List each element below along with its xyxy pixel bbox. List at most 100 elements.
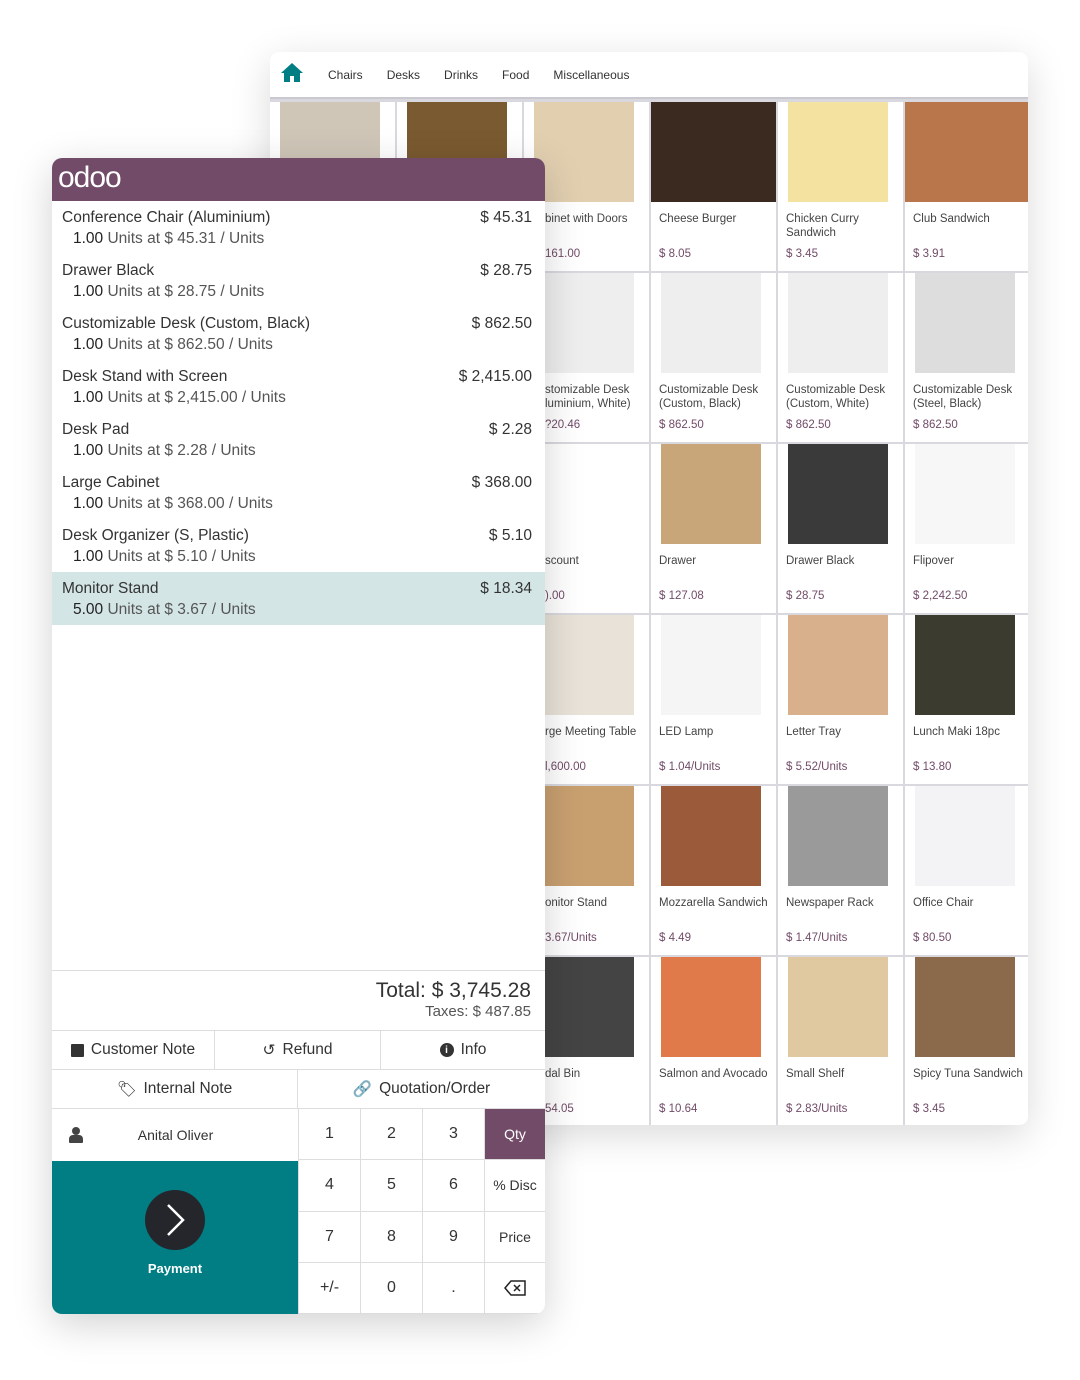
order-line[interactable]: Desk Stand with Screen $ 2,415.00 1.00 Uni… xyxy=(52,360,545,413)
order-line[interactable]: Monitor Stand $ 18.34 5.00 Units at $ 3.67… xyxy=(52,572,545,625)
line-product-name: Desk Pad xyxy=(62,421,130,438)
numpad-key[interactable]: 7 xyxy=(298,1211,360,1263)
order-line[interactable]: Conference Chair (Aluminium) $ 45.31 1.00 … xyxy=(52,201,545,254)
line-qty: 1.00 xyxy=(73,230,104,247)
line-unit-price: Units at $ 2.28 / Units xyxy=(107,442,256,459)
product-card[interactable]: Customizable Desk (Custom, White) $ 862.5… xyxy=(778,273,903,442)
category-chairs[interactable]: Chairs xyxy=(328,68,363,82)
undo-icon: ↺ xyxy=(262,1041,276,1059)
product-card[interactable]: Salmon and Avocado $ 10.64 xyxy=(651,957,776,1125)
quotation-order-button[interactable]: 🔗 Quotation/Order xyxy=(298,1070,545,1108)
product-card[interactable]: LED Lamp $ 1.04/Units xyxy=(651,615,776,784)
order-taxes: Taxes: $ 487.85 xyxy=(425,1003,531,1020)
line-qty: 1.00 xyxy=(73,442,104,459)
product-price: $ 4.49 xyxy=(659,932,691,944)
product-name: Club Sandwich xyxy=(913,213,990,225)
category-drinks[interactable]: Drinks xyxy=(444,68,478,82)
order-line[interactable]: Drawer Black $ 28.75 1.00 Units at $ 28.75… xyxy=(52,254,545,307)
numpad-key[interactable]: 5 xyxy=(360,1160,422,1212)
customer-note-button[interactable]: Customer Note xyxy=(52,1031,215,1069)
product-card[interactable]: Customizable Desk (Steel, Black) $ 862.50 xyxy=(905,273,1028,442)
numpad-key[interactable]: 3 xyxy=(422,1109,484,1161)
product-name: Chicken Curry Sandwich xyxy=(786,213,859,239)
line-product-name: Drawer Black xyxy=(62,262,155,279)
order-line[interactable]: Large Cabinet $ 368.00 1.00 Units at $ 368… xyxy=(52,466,545,519)
numpad-key[interactable]: Price xyxy=(484,1211,545,1263)
product-card[interactable]: Chicken Curry Sandwich $ 3.45 xyxy=(778,102,903,271)
product-name: Salmon and Avocado xyxy=(659,1068,768,1080)
product-price: $ 1.04/Units xyxy=(659,761,721,773)
product-image xyxy=(915,273,1015,373)
product-card[interactable]: Office Chair $ 80.50 xyxy=(905,786,1028,955)
product-card[interactable]: Customizable Desk (Custom, Black) $ 862.5… xyxy=(651,273,776,442)
numpad-key[interactable]: 9 xyxy=(422,1211,484,1263)
order-lines: Conference Chair (Aluminium) $ 45.31 1.00 … xyxy=(52,201,545,625)
numpad-key[interactable]: 8 xyxy=(360,1211,422,1263)
product-card[interactable]: Drawer Black $ 28.75 xyxy=(778,444,903,613)
odoo-logo: odoo xyxy=(52,158,545,201)
info-button[interactable]: i Info xyxy=(381,1031,545,1069)
line-qty: 1.00 xyxy=(73,548,104,565)
product-name: Cheese Burger xyxy=(659,213,737,225)
product-price: $ 5.52/Units xyxy=(786,761,848,773)
category-miscellaneous[interactable]: Miscellaneous xyxy=(553,68,629,82)
product-price: $ 80.50 xyxy=(913,932,952,944)
product-price: $ 862.50 xyxy=(913,419,958,431)
numpad-key[interactable]: 6 xyxy=(422,1160,484,1212)
product-price: $ 3.45 xyxy=(786,248,818,260)
product-price: 3.67/Units xyxy=(545,932,597,944)
internal-note-button[interactable]: 🏷 Internal Note xyxy=(52,1070,298,1108)
line-total: $ 2.28 xyxy=(488,421,532,438)
line-detail: 1.00 Units at $ 368.00 / Units xyxy=(62,495,532,513)
product-name: Drawer Black xyxy=(786,555,855,567)
product-image xyxy=(534,957,634,1057)
customer-button[interactable]: Anital Oliver xyxy=(52,1108,298,1161)
numpad-key[interactable]: Qty xyxy=(484,1109,545,1161)
numpad-key[interactable]: . xyxy=(422,1262,484,1314)
home-icon[interactable] xyxy=(280,61,304,88)
line-detail: 1.00 Units at $ 45.31 / Units xyxy=(62,230,532,248)
order-line[interactable]: Customizable Desk (Custom, Black) $ 862.5… xyxy=(52,307,545,360)
product-image xyxy=(661,444,761,544)
product-name: onitor Stand xyxy=(545,897,608,909)
product-name: binet with Doors xyxy=(545,213,628,225)
product-card[interactable]: Club Sandwich $ 3.91 xyxy=(905,102,1028,271)
numpad-key[interactable]: 4 xyxy=(298,1160,360,1212)
product-image xyxy=(534,102,634,202)
product-card[interactable]: Cheese Burger $ 8.05 xyxy=(651,102,776,271)
payment-button[interactable]: Payment xyxy=(52,1161,298,1314)
product-image xyxy=(651,102,776,202)
product-card[interactable]: Newspaper Rack $ 1.47/Units xyxy=(778,786,903,955)
product-price: 54.05 xyxy=(545,1103,574,1115)
product-card[interactable]: Drawer $ 127.08 xyxy=(651,444,776,613)
line-total: $ 45.31 xyxy=(480,209,532,226)
line-unit-price: Units at $ 3.67 / Units xyxy=(107,601,256,618)
numpad-key[interactable]: 0 xyxy=(360,1262,422,1314)
product-card[interactable]: Lunch Maki 18pc $ 13.80 xyxy=(905,615,1028,784)
line-unit-price: Units at $ 2,415.00 / Units xyxy=(107,389,286,406)
product-name: Newspaper Rack xyxy=(786,897,874,909)
numpad: 1 2 3 Qty 4 5 6% Disc 7 8 9 Price +/- 0. xyxy=(298,1108,545,1314)
numpad-key[interactable]: +/- xyxy=(298,1262,360,1314)
product-price: $ 2.83/Units xyxy=(786,1103,848,1115)
line-product-name: Customizable Desk (Custom, Black) xyxy=(62,315,311,332)
product-card[interactable]: Mozzarella Sandwich $ 4.49 xyxy=(651,786,776,955)
category-desks[interactable]: Desks xyxy=(387,68,420,82)
line-detail: 1.00 Units at $ 5.10 / Units xyxy=(62,548,532,566)
category-food[interactable]: Food xyxy=(502,68,529,82)
product-price: $ 28.75 xyxy=(786,590,825,602)
product-price: $ 127.08 xyxy=(659,590,704,602)
product-card[interactable]: Spicy Tuna Sandwich $ 3.45 xyxy=(905,957,1028,1125)
numpad-key[interactable]: 2 xyxy=(360,1109,422,1161)
refund-button[interactable]: ↺ Refund xyxy=(215,1031,381,1069)
order-line[interactable]: Desk Pad $ 2.28 1.00 Units at $ 2.28 / Uni… xyxy=(52,413,545,466)
backspace-icon[interactable] xyxy=(484,1262,545,1314)
order-line[interactable]: Desk Organizer (S, Plastic) $ 5.10 1.00 Un… xyxy=(52,519,545,572)
product-image xyxy=(534,444,634,544)
numpad-key[interactable]: % Disc xyxy=(484,1160,545,1212)
product-card[interactable]: Letter Tray $ 5.52/Units xyxy=(778,615,903,784)
line-total: $ 2,415.00 xyxy=(458,368,532,385)
product-card[interactable]: Flipover $ 2,242.50 xyxy=(905,444,1028,613)
numpad-key[interactable]: 1 xyxy=(298,1109,360,1161)
product-card[interactable]: Small Shelf $ 2.83/Units xyxy=(778,957,903,1125)
